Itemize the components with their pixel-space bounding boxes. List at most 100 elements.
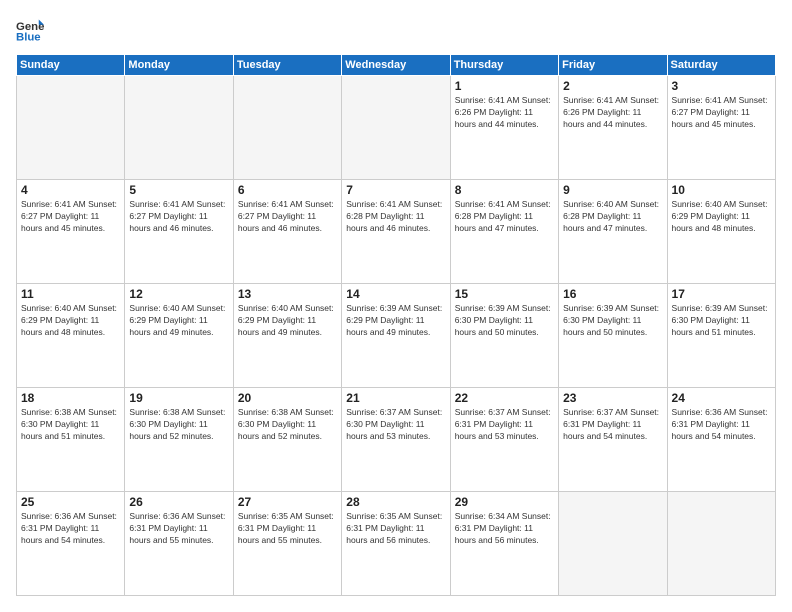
day-info: Sunrise: 6:41 AM Sunset: 6:28 PM Dayligh… (455, 199, 554, 235)
calendar-week-5: 25 Sunrise: 6:36 AM Sunset: 6:31 PM Dayli… (17, 492, 776, 596)
day-number: 3 (672, 79, 771, 93)
day-info: Sunrise: 6:35 AM Sunset: 6:31 PM Dayligh… (238, 511, 337, 547)
calendar-cell: 11 Sunrise: 6:40 AM Sunset: 6:29 PM Dayli… (17, 284, 125, 388)
calendar-cell: 24 Sunrise: 6:36 AM Sunset: 6:31 PM Dayli… (667, 388, 775, 492)
day-info: Sunrise: 6:39 AM Sunset: 6:29 PM Dayligh… (346, 303, 445, 339)
day-info: Sunrise: 6:39 AM Sunset: 6:30 PM Dayligh… (563, 303, 662, 339)
calendar-cell: 22 Sunrise: 6:37 AM Sunset: 6:31 PM Dayli… (450, 388, 558, 492)
calendar-cell (559, 492, 667, 596)
day-number: 12 (129, 287, 228, 301)
day-number: 19 (129, 391, 228, 405)
day-info: Sunrise: 6:41 AM Sunset: 6:27 PM Dayligh… (21, 199, 120, 235)
calendar-cell (233, 76, 341, 180)
day-info: Sunrise: 6:40 AM Sunset: 6:29 PM Dayligh… (21, 303, 120, 339)
calendar-cell: 3 Sunrise: 6:41 AM Sunset: 6:27 PM Daylig… (667, 76, 775, 180)
day-number: 21 (346, 391, 445, 405)
day-number: 24 (672, 391, 771, 405)
weekday-thursday: Thursday (450, 55, 558, 76)
day-number: 7 (346, 183, 445, 197)
day-number: 2 (563, 79, 662, 93)
day-info: Sunrise: 6:40 AM Sunset: 6:29 PM Dayligh… (672, 199, 771, 235)
logo: General Blue (16, 16, 50, 44)
day-info: Sunrise: 6:37 AM Sunset: 6:31 PM Dayligh… (455, 407, 554, 443)
day-info: Sunrise: 6:36 AM Sunset: 6:31 PM Dayligh… (129, 511, 228, 547)
weekday-tuesday: Tuesday (233, 55, 341, 76)
day-number: 17 (672, 287, 771, 301)
calendar-week-4: 18 Sunrise: 6:38 AM Sunset: 6:30 PM Dayli… (17, 388, 776, 492)
day-info: Sunrise: 6:41 AM Sunset: 6:27 PM Dayligh… (238, 199, 337, 235)
day-number: 4 (21, 183, 120, 197)
calendar-week-2: 4 Sunrise: 6:41 AM Sunset: 6:27 PM Daylig… (17, 180, 776, 284)
day-number: 18 (21, 391, 120, 405)
day-info: Sunrise: 6:37 AM Sunset: 6:30 PM Dayligh… (346, 407, 445, 443)
day-number: 20 (238, 391, 337, 405)
calendar-cell (17, 76, 125, 180)
day-info: Sunrise: 6:41 AM Sunset: 6:26 PM Dayligh… (455, 95, 554, 131)
logo-icon: General Blue (16, 16, 44, 44)
day-info: Sunrise: 6:36 AM Sunset: 6:31 PM Dayligh… (672, 407, 771, 443)
calendar-header: SundayMondayTuesdayWednesdayThursdayFrid… (17, 55, 776, 76)
day-info: Sunrise: 6:39 AM Sunset: 6:30 PM Dayligh… (672, 303, 771, 339)
day-info: Sunrise: 6:37 AM Sunset: 6:31 PM Dayligh… (563, 407, 662, 443)
day-info: Sunrise: 6:41 AM Sunset: 6:27 PM Dayligh… (129, 199, 228, 235)
day-number: 6 (238, 183, 337, 197)
day-number: 16 (563, 287, 662, 301)
day-info: Sunrise: 6:34 AM Sunset: 6:31 PM Dayligh… (455, 511, 554, 547)
calendar-cell: 7 Sunrise: 6:41 AM Sunset: 6:28 PM Daylig… (342, 180, 450, 284)
weekday-header-row: SundayMondayTuesdayWednesdayThursdayFrid… (17, 55, 776, 76)
weekday-monday: Monday (125, 55, 233, 76)
day-number: 13 (238, 287, 337, 301)
day-number: 11 (21, 287, 120, 301)
calendar-cell: 19 Sunrise: 6:38 AM Sunset: 6:30 PM Dayli… (125, 388, 233, 492)
weekday-saturday: Saturday (667, 55, 775, 76)
day-number: 28 (346, 495, 445, 509)
calendar-cell: 4 Sunrise: 6:41 AM Sunset: 6:27 PM Daylig… (17, 180, 125, 284)
calendar-cell: 6 Sunrise: 6:41 AM Sunset: 6:27 PM Daylig… (233, 180, 341, 284)
calendar-cell: 15 Sunrise: 6:39 AM Sunset: 6:30 PM Dayli… (450, 284, 558, 388)
day-number: 15 (455, 287, 554, 301)
calendar-cell: 16 Sunrise: 6:39 AM Sunset: 6:30 PM Dayli… (559, 284, 667, 388)
day-info: Sunrise: 6:40 AM Sunset: 6:29 PM Dayligh… (129, 303, 228, 339)
calendar-cell: 13Sunrise: 6:40 AM Sunset: 6:29 PM Dayli… (233, 284, 341, 388)
day-number: 23 (563, 391, 662, 405)
day-info: Sunrise: 6:38 AM Sunset: 6:30 PM Dayligh… (238, 407, 337, 443)
calendar-cell: 2Sunrise: 6:41 AM Sunset: 6:26 PM Daylig… (559, 76, 667, 180)
day-number: 5 (129, 183, 228, 197)
calendar-cell: 27 Sunrise: 6:35 AM Sunset: 6:31 PM Dayli… (233, 492, 341, 596)
calendar-cell: 17 Sunrise: 6:39 AM Sunset: 6:30 PM Dayli… (667, 284, 775, 388)
day-number: 14 (346, 287, 445, 301)
day-info: Sunrise: 6:36 AM Sunset: 6:31 PM Dayligh… (21, 511, 120, 547)
day-number: 9 (563, 183, 662, 197)
calendar-cell: 10 Sunrise: 6:40 AM Sunset: 6:29 PM Dayli… (667, 180, 775, 284)
calendar-cell: 8 Sunrise: 6:41 AM Sunset: 6:28 PM Daylig… (450, 180, 558, 284)
weekday-sunday: Sunday (17, 55, 125, 76)
calendar-cell: 25 Sunrise: 6:36 AM Sunset: 6:31 PM Dayli… (17, 492, 125, 596)
calendar-cell: 28Sunrise: 6:35 AM Sunset: 6:31 PM Dayli… (342, 492, 450, 596)
calendar-cell: 23 Sunrise: 6:37 AM Sunset: 6:31 PM Dayli… (559, 388, 667, 492)
calendar-week-3: 11 Sunrise: 6:40 AM Sunset: 6:29 PM Dayli… (17, 284, 776, 388)
day-number: 29 (455, 495, 554, 509)
day-info: Sunrise: 6:40 AM Sunset: 6:28 PM Dayligh… (563, 199, 662, 235)
header: General Blue (16, 16, 776, 44)
calendar-cell: 9 Sunrise: 6:40 AM Sunset: 6:28 PM Daylig… (559, 180, 667, 284)
calendar-body: 1 Sunrise: 6:41 AM Sunset: 6:26 PM Daylig… (17, 76, 776, 596)
day-number: 26 (129, 495, 228, 509)
calendar-week-1: 1 Sunrise: 6:41 AM Sunset: 6:26 PM Daylig… (17, 76, 776, 180)
day-number: 22 (455, 391, 554, 405)
calendar-cell: 14 Sunrise: 6:39 AM Sunset: 6:29 PM Dayli… (342, 284, 450, 388)
weekday-friday: Friday (559, 55, 667, 76)
day-number: 25 (21, 495, 120, 509)
day-number: 27 (238, 495, 337, 509)
day-number: 10 (672, 183, 771, 197)
day-info: Sunrise: 6:38 AM Sunset: 6:30 PM Dayligh… (129, 407, 228, 443)
calendar-cell: 26 Sunrise: 6:36 AM Sunset: 6:31 PM Dayli… (125, 492, 233, 596)
svg-text:Blue: Blue (16, 32, 41, 44)
calendar-cell: 20 Sunrise: 6:38 AM Sunset: 6:30 PM Dayli… (233, 388, 341, 492)
day-info: Sunrise: 6:41 AM Sunset: 6:27 PM Dayligh… (672, 95, 771, 131)
day-info: Sunrise: 6:39 AM Sunset: 6:30 PM Dayligh… (455, 303, 554, 339)
page: General Blue SundayMondayTuesdayWednesda… (0, 0, 792, 612)
calendar-table: SundayMondayTuesdayWednesdayThursdayFrid… (16, 54, 776, 596)
day-number: 1 (455, 79, 554, 93)
day-info: Sunrise: 6:41 AM Sunset: 6:28 PM Dayligh… (346, 199, 445, 235)
day-number: 8 (455, 183, 554, 197)
